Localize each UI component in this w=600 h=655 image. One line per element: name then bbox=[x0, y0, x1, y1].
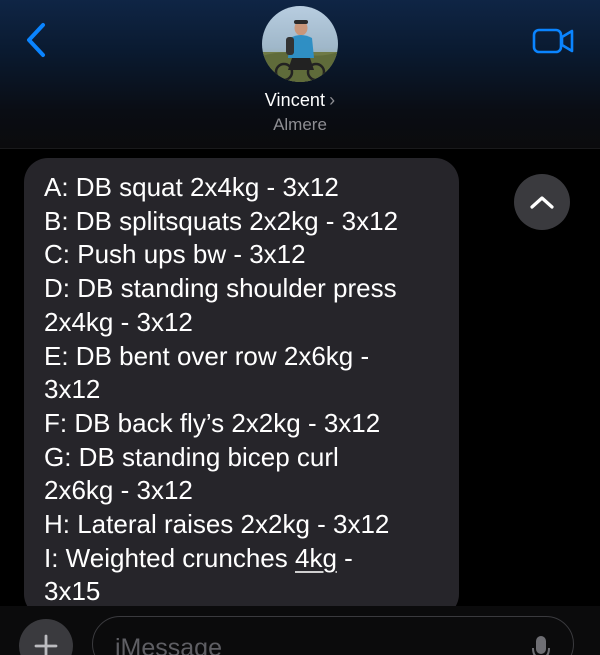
scroll-up-button[interactable] bbox=[514, 174, 570, 230]
message-line: E: DB bent over row 2x6kg - bbox=[44, 340, 370, 371]
contact-avatar[interactable] bbox=[262, 6, 338, 82]
chevron-right-icon: › bbox=[329, 90, 336, 110]
message-line: 2x6kg - 3x12 bbox=[44, 475, 193, 506]
video-camera-icon bbox=[532, 28, 574, 54]
message-line: D: DB standing shoulder press bbox=[44, 273, 397, 304]
conversation-header: Vincent › Almere bbox=[0, 0, 600, 149]
contact-name: Vincent bbox=[264, 90, 326, 110]
chevron-up-icon bbox=[530, 196, 554, 209]
message-line: C: Push ups bw - 3x12 bbox=[44, 239, 306, 270]
facetime-video-button[interactable] bbox=[532, 26, 576, 56]
imessage-placeholder: iMessage bbox=[115, 634, 222, 655]
message-text: - bbox=[336, 542, 353, 573]
message-text: I: Weighted crunches bbox=[44, 542, 295, 573]
message-line: 3x15 bbox=[44, 576, 101, 607]
message-line: G: DB standing bicep curl bbox=[44, 441, 339, 472]
detected-unit-link[interactable]: 4kg bbox=[295, 543, 337, 573]
contact-name-row[interactable]: Vincent › bbox=[0, 90, 600, 111]
message-line: 3x12 bbox=[44, 374, 101, 405]
apps-plus-button[interactable] bbox=[19, 619, 73, 655]
message-line: 2x4kg - 3x12 bbox=[44, 306, 193, 337]
message-line: F: DB back fly’s 2x2kg - 3x12 bbox=[44, 407, 381, 438]
compose-bar: iMessage bbox=[0, 606, 600, 655]
message-line: B: DB splitsquats 2x2kg - 3x12 bbox=[44, 205, 399, 236]
messages-screen: Vincent › Almere A: DB squat 2x4kg - 3x12… bbox=[0, 0, 600, 655]
chevron-left-icon bbox=[27, 23, 45, 57]
imessage-input[interactable]: iMessage bbox=[92, 616, 574, 655]
incoming-message-bubble[interactable]: A: DB squat 2x4kg - 3x12 B: DB splitsqua… bbox=[24, 158, 459, 618]
message-line: A: DB squat 2x4kg - 3x12 bbox=[44, 172, 339, 202]
back-button[interactable] bbox=[18, 22, 54, 58]
message-line: H: Lateral raises 2x2kg - 3x12 bbox=[44, 509, 390, 540]
message-line: I: Weighted crunches 4kg - bbox=[44, 542, 439, 576]
plus-icon bbox=[34, 634, 58, 655]
contact-location: Almere bbox=[273, 115, 327, 134]
microphone-icon[interactable] bbox=[531, 635, 551, 655]
